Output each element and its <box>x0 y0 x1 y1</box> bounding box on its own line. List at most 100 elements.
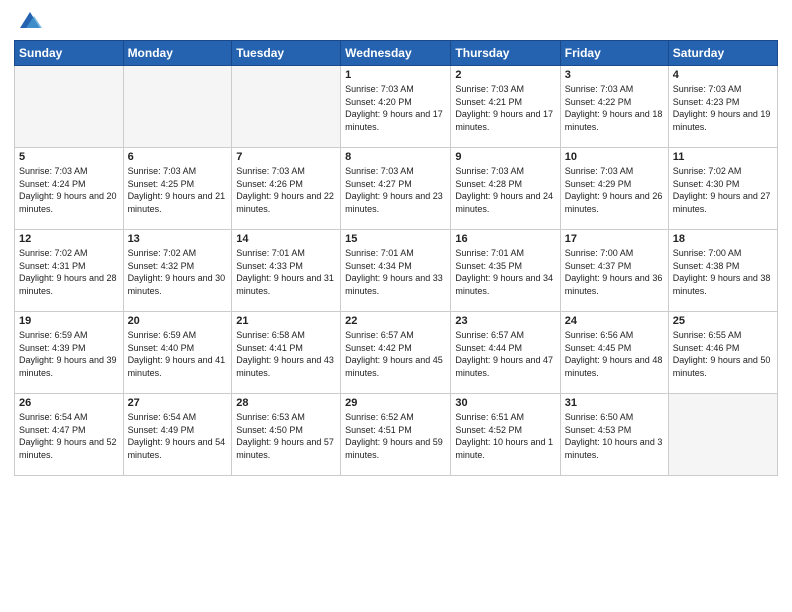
day-number: 7 <box>236 151 336 163</box>
day-number: 29 <box>345 397 446 409</box>
day-cell: 23 Sunrise: 6:57 AM Sunset: 4:44 PM Dayli… <box>451 312 560 394</box>
day-info: Sunrise: 6:54 AM Sunset: 4:47 PM Dayligh… <box>19 411 119 461</box>
day-number: 1 <box>345 69 446 81</box>
day-number: 28 <box>236 397 336 409</box>
day-cell: 18 Sunrise: 7:00 AM Sunset: 4:38 PM Dayli… <box>668 230 777 312</box>
day-number: 17 <box>565 233 664 245</box>
page: SundayMondayTuesdayWednesdayThursdayFrid… <box>0 0 792 612</box>
day-number: 18 <box>673 233 773 245</box>
day-info: Sunrise: 7:03 AM Sunset: 4:21 PM Dayligh… <box>455 83 555 133</box>
day-cell: 5Sunrise: 7:03 AM Sunset: 4:24 PM Daylig… <box>15 148 124 230</box>
day-info: Sunrise: 6:57 AM Sunset: 4:42 PM Dayligh… <box>345 329 446 379</box>
day-info: Sunrise: 6:57 AM Sunset: 4:44 PM Dayligh… <box>455 329 555 379</box>
day-number: 11 <box>673 151 773 163</box>
day-cell: 14 Sunrise: 7:01 AM Sunset: 4:33 PM Dayli… <box>232 230 341 312</box>
day-number: 4 <box>673 69 773 81</box>
day-info: Sunrise: 6:50 AM Sunset: 4:53 PM Dayligh… <box>565 411 664 461</box>
weekday-header-row: SundayMondayTuesdayWednesdayThursdayFrid… <box>15 41 778 66</box>
day-info: Sunrise: 6:58 AM Sunset: 4:41 PM Dayligh… <box>236 329 336 379</box>
day-number: 9 <box>455 151 555 163</box>
day-info: Sunrise: 7:01 AM Sunset: 4:33 PM Dayligh… <box>236 247 336 297</box>
day-number: 24 <box>565 315 664 327</box>
day-number: 20 <box>128 315 228 327</box>
day-number: 14 <box>236 233 336 245</box>
day-info: Sunrise: 7:03 AM Sunset: 4:28 PM Dayligh… <box>455 165 555 215</box>
day-info: Sunrise: 6:54 AM Sunset: 4:49 PM Dayligh… <box>128 411 228 461</box>
day-cell: 27 Sunrise: 6:54 AM Sunset: 4:49 PM Dayli… <box>123 394 232 476</box>
day-info: Sunrise: 6:52 AM Sunset: 4:51 PM Dayligh… <box>345 411 446 461</box>
day-cell: 29 Sunrise: 6:52 AM Sunset: 4:51 PM Dayli… <box>341 394 451 476</box>
day-cell: 20Sunrise: 6:59 AM Sunset: 4:40 PM Dayli… <box>123 312 232 394</box>
day-number: 8 <box>345 151 446 163</box>
day-info: Sunrise: 7:03 AM Sunset: 4:24 PM Dayligh… <box>19 165 119 215</box>
day-cell: 11 Sunrise: 7:02 AM Sunset: 4:30 PM Dayli… <box>668 148 777 230</box>
day-info: Sunrise: 6:59 AM Sunset: 4:39 PM Dayligh… <box>19 329 119 379</box>
day-info: Sunrise: 7:00 AM Sunset: 4:38 PM Dayligh… <box>673 247 773 297</box>
day-number: 12 <box>19 233 119 245</box>
day-cell: 8 Sunrise: 7:03 AM Sunset: 4:27 PM Daylig… <box>341 148 451 230</box>
week-row-3: 12 Sunrise: 7:02 AM Sunset: 4:31 PM Dayli… <box>15 230 778 312</box>
day-info: Sunrise: 7:03 AM Sunset: 4:23 PM Dayligh… <box>673 83 773 133</box>
day-cell: 12 Sunrise: 7:02 AM Sunset: 4:31 PM Dayli… <box>15 230 124 312</box>
day-number: 31 <box>565 397 664 409</box>
day-cell: 30 Sunrise: 6:51 AM Sunset: 4:52 PM Dayli… <box>451 394 560 476</box>
day-cell: 4 Sunrise: 7:03 AM Sunset: 4:23 PM Daylig… <box>668 66 777 148</box>
weekday-header-wednesday: Wednesday <box>341 41 451 66</box>
day-cell: 28 Sunrise: 6:53 AM Sunset: 4:50 PM Dayli… <box>232 394 341 476</box>
logo <box>14 10 44 34</box>
day-number: 15 <box>345 233 446 245</box>
day-info: Sunrise: 7:03 AM Sunset: 4:25 PM Dayligh… <box>128 165 228 215</box>
week-row-1: 1 Sunrise: 7:03 AM Sunset: 4:20 PM Daylig… <box>15 66 778 148</box>
weekday-header-friday: Friday <box>560 41 668 66</box>
day-info: Sunrise: 6:51 AM Sunset: 4:52 PM Dayligh… <box>455 411 555 461</box>
week-row-4: 19 Sunrise: 6:59 AM Sunset: 4:39 PM Dayli… <box>15 312 778 394</box>
day-number: 22 <box>345 315 446 327</box>
day-info: Sunrise: 7:01 AM Sunset: 4:35 PM Dayligh… <box>455 247 555 297</box>
day-cell <box>232 66 341 148</box>
day-number: 10 <box>565 151 664 163</box>
day-number: 6 <box>128 151 228 163</box>
day-info: Sunrise: 7:02 AM Sunset: 4:30 PM Dayligh… <box>673 165 773 215</box>
day-cell: 26 Sunrise: 6:54 AM Sunset: 4:47 PM Dayli… <box>15 394 124 476</box>
day-cell: 3 Sunrise: 7:03 AM Sunset: 4:22 PM Daylig… <box>560 66 668 148</box>
day-number: 26 <box>19 397 119 409</box>
day-cell: 24 Sunrise: 6:56 AM Sunset: 4:45 PM Dayli… <box>560 312 668 394</box>
day-number: 3 <box>565 69 664 81</box>
day-info: Sunrise: 6:55 AM Sunset: 4:46 PM Dayligh… <box>673 329 773 379</box>
weekday-header-tuesday: Tuesday <box>232 41 341 66</box>
day-cell: 16 Sunrise: 7:01 AM Sunset: 4:35 PM Dayli… <box>451 230 560 312</box>
day-cell: 17 Sunrise: 7:00 AM Sunset: 4:37 PM Dayli… <box>560 230 668 312</box>
day-number: 30 <box>455 397 555 409</box>
day-cell <box>668 394 777 476</box>
day-cell: 25Sunrise: 6:55 AM Sunset: 4:46 PM Dayli… <box>668 312 777 394</box>
logo-icon <box>16 6 44 34</box>
day-cell <box>15 66 124 148</box>
day-number: 27 <box>128 397 228 409</box>
day-number: 21 <box>236 315 336 327</box>
day-info: Sunrise: 7:02 AM Sunset: 4:31 PM Dayligh… <box>19 247 119 297</box>
day-cell: 6 Sunrise: 7:03 AM Sunset: 4:25 PM Daylig… <box>123 148 232 230</box>
day-info: Sunrise: 7:03 AM Sunset: 4:27 PM Dayligh… <box>345 165 446 215</box>
day-number: 16 <box>455 233 555 245</box>
header <box>14 10 778 34</box>
day-number: 19 <box>19 315 119 327</box>
day-cell: 15 Sunrise: 7:01 AM Sunset: 4:34 PM Dayli… <box>341 230 451 312</box>
day-info: Sunrise: 7:03 AM Sunset: 4:22 PM Dayligh… <box>565 83 664 133</box>
day-cell <box>123 66 232 148</box>
day-info: Sunrise: 7:03 AM Sunset: 4:26 PM Dayligh… <box>236 165 336 215</box>
day-cell: 31 Sunrise: 6:50 AM Sunset: 4:53 PM Dayli… <box>560 394 668 476</box>
day-info: Sunrise: 7:03 AM Sunset: 4:20 PM Dayligh… <box>345 83 446 133</box>
week-row-2: 5Sunrise: 7:03 AM Sunset: 4:24 PM Daylig… <box>15 148 778 230</box>
weekday-header-sunday: Sunday <box>15 41 124 66</box>
day-number: 13 <box>128 233 228 245</box>
day-cell: 13Sunrise: 7:02 AM Sunset: 4:32 PM Dayli… <box>123 230 232 312</box>
day-number: 23 <box>455 315 555 327</box>
day-cell: 21 Sunrise: 6:58 AM Sunset: 4:41 PM Dayli… <box>232 312 341 394</box>
weekday-header-thursday: Thursday <box>451 41 560 66</box>
day-info: Sunrise: 7:01 AM Sunset: 4:34 PM Dayligh… <box>345 247 446 297</box>
day-info: Sunrise: 6:56 AM Sunset: 4:45 PM Dayligh… <box>565 329 664 379</box>
week-row-5: 26 Sunrise: 6:54 AM Sunset: 4:47 PM Dayli… <box>15 394 778 476</box>
day-info: Sunrise: 6:53 AM Sunset: 4:50 PM Dayligh… <box>236 411 336 461</box>
day-info: Sunrise: 7:00 AM Sunset: 4:37 PM Dayligh… <box>565 247 664 297</box>
calendar-table: SundayMondayTuesdayWednesdayThursdayFrid… <box>14 40 778 476</box>
